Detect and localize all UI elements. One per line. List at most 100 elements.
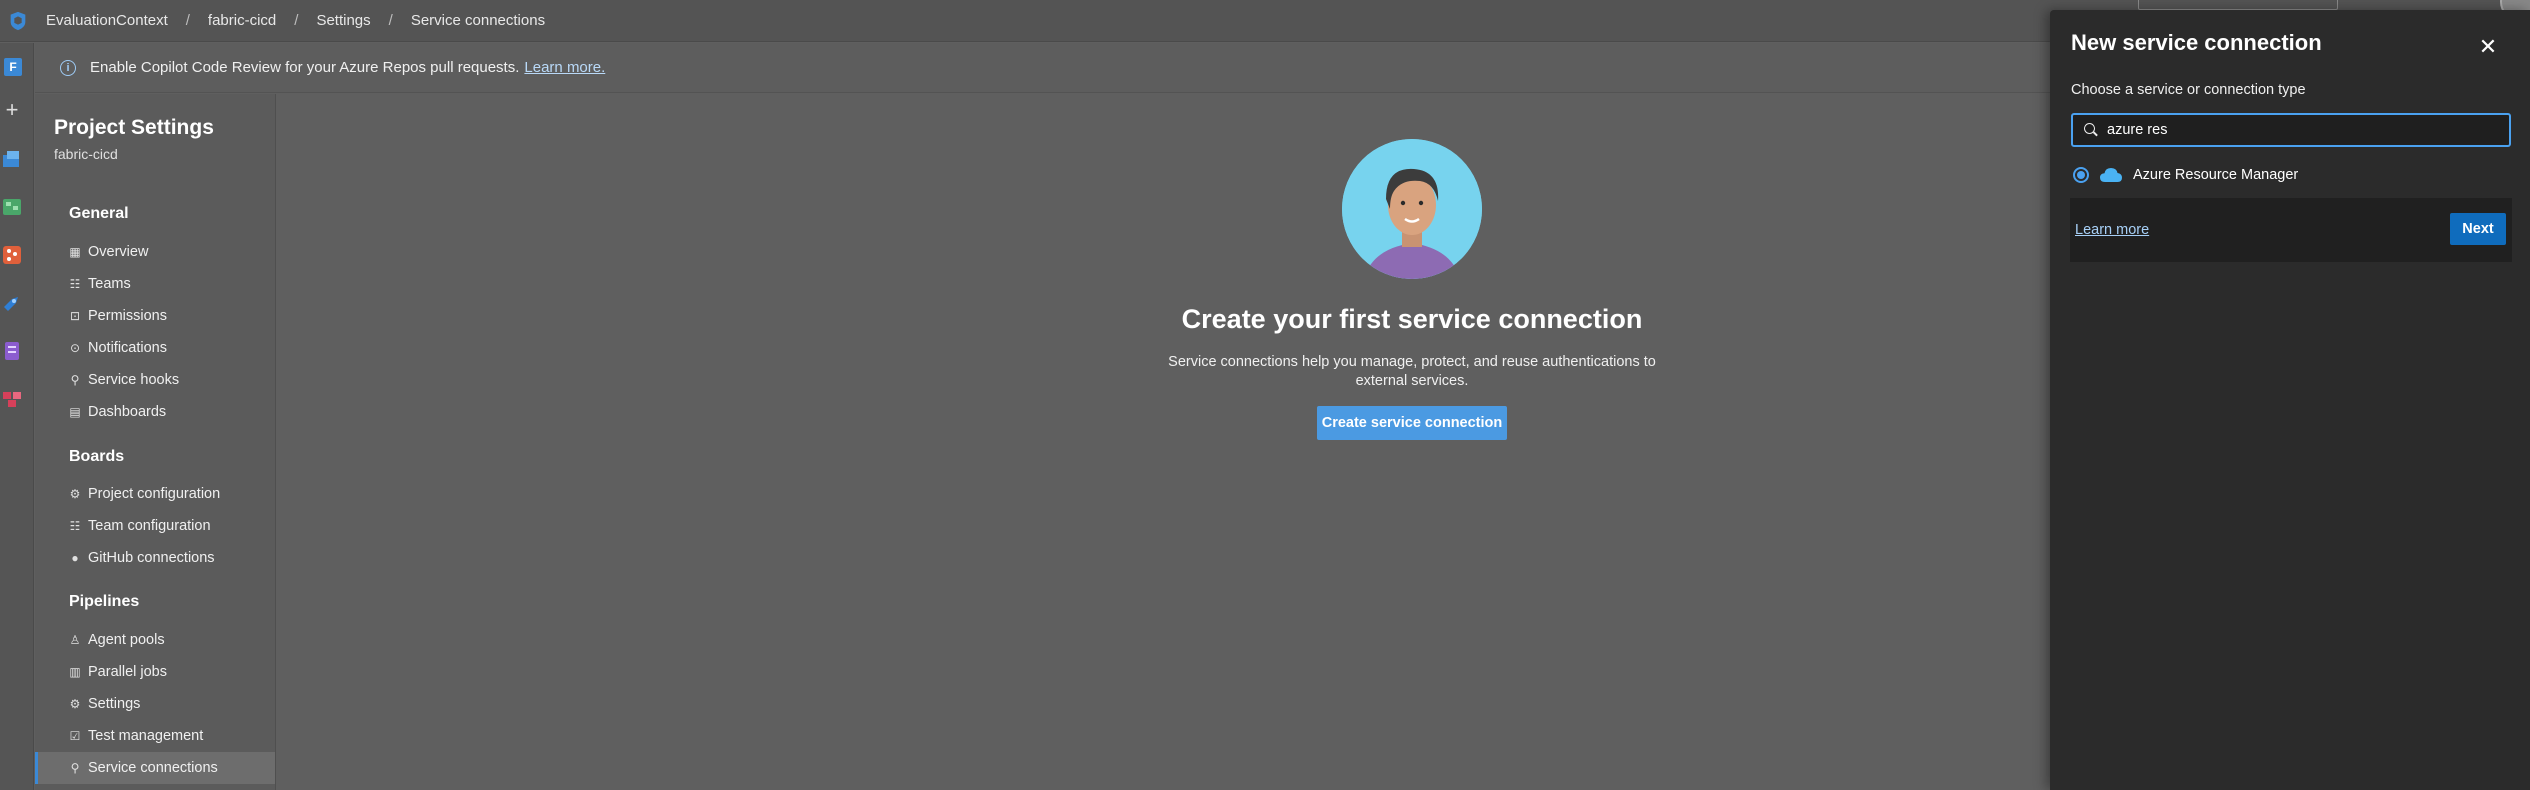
- left-rail: F +: [0, 43, 34, 790]
- notification-icon: ⊙: [69, 341, 81, 355]
- connection-type-label: Choose a service or connection type: [2071, 82, 2306, 98]
- nav-item-overview[interactable]: ▦ Overview: [35, 236, 275, 268]
- rail-artifacts[interactable]: [0, 387, 24, 411]
- empty-state-title: Create your first service connection: [1181, 304, 1643, 334]
- add-button[interactable]: +: [0, 98, 24, 122]
- rail-boards[interactable]: [0, 195, 24, 219]
- breadcrumb-org[interactable]: EvaluationContext: [46, 12, 168, 29]
- nav-item-team-configuration[interactable]: ☷ Team configuration: [35, 510, 275, 542]
- nav-item-label: Parallel jobs: [88, 664, 167, 680]
- nav-item-notifications[interactable]: ⊙ Notifications: [35, 332, 275, 364]
- new-service-connection-panel: New service connection ✕ Choose a servic…: [2050, 10, 2530, 790]
- project-badge[interactable]: F: [1, 55, 25, 79]
- project-initial: F: [4, 58, 22, 76]
- connection-radio[interactable]: [2073, 167, 2089, 183]
- nav-item-label: Overview: [88, 244, 149, 260]
- close-button[interactable]: ✕: [2473, 32, 2503, 62]
- gear-icon: ⚙: [69, 697, 81, 711]
- nav-item-label: Notifications: [88, 340, 167, 356]
- search-icon: [2084, 123, 2098, 137]
- nav-item-label: Agent pools: [88, 632, 165, 648]
- person-illustration-icon: [1342, 139, 1482, 279]
- rail-repos[interactable]: [0, 243, 24, 267]
- dashboard-icon: ▤: [69, 405, 81, 419]
- nav-item-label: GitHub connections: [88, 550, 215, 566]
- nav-item-label: Permissions: [88, 308, 167, 324]
- nav-item-dashboards[interactable]: ▤ Dashboards: [35, 396, 275, 428]
- github-icon: ●: [71, 551, 79, 565]
- connection-search-box[interactable]: [2071, 113, 2511, 147]
- repos-app-icon: [3, 246, 21, 264]
- hook-icon: ⚲: [70, 373, 80, 387]
- rail-pipelines[interactable]: [0, 291, 24, 315]
- nav-item-label: Service hooks: [88, 372, 180, 388]
- lock-icon: ⊡: [69, 309, 81, 323]
- breadcrumb-project[interactable]: fabric-cicd: [208, 12, 276, 29]
- test-plans-app-icon: [5, 342, 19, 360]
- connection-option-label: Azure Resource Manager: [2133, 167, 2299, 183]
- nav-item-label: Team configuration: [88, 518, 211, 534]
- plus-icon: +: [5, 97, 19, 122]
- connection-search-input[interactable]: [2107, 122, 2487, 138]
- learn-more-link[interactable]: Learn more: [2075, 222, 2149, 238]
- azure-cloud-icon: [2100, 168, 2122, 182]
- next-button[interactable]: Next: [2450, 213, 2506, 245]
- agent-icon: ♙: [69, 633, 81, 647]
- nav-section-pipelines: Pipelines: [69, 593, 140, 610]
- create-service-connection-button[interactable]: Create service connection: [1317, 406, 1507, 440]
- breadcrumb-separator: /: [294, 12, 299, 29]
- nav-item-agent-pools[interactable]: ♙ Agent pools: [35, 624, 275, 656]
- nav-section-general: General: [69, 205, 129, 222]
- nav-item-label: Dashboards: [88, 404, 167, 420]
- breadcrumb-separator: /: [388, 12, 393, 29]
- nav-item-label: Test management: [88, 728, 204, 744]
- connection-option-row[interactable]: Azure Resource Manager: [2071, 160, 2511, 190]
- nav-item-label: Project configuration: [88, 486, 221, 502]
- empty-state-illustration: [1342, 139, 1482, 279]
- info-icon: i: [60, 59, 76, 76]
- panel-footer: Learn more Next: [2070, 198, 2512, 262]
- banner-text: Enable Copilot Code Review for your Azur…: [90, 59, 520, 76]
- nav-item-service-connections[interactable]: ⚲ Service connections: [35, 752, 275, 784]
- banner-learn-more-link[interactable]: Learn more.: [524, 59, 605, 76]
- artifacts-app-icon: [3, 392, 21, 407]
- overview-app-icon: [3, 151, 19, 167]
- breadcrumb-separator: /: [185, 12, 190, 29]
- radio-selected-dot: [2077, 171, 2085, 179]
- settings-title: Project Settings: [54, 116, 214, 139]
- rail-test-plans[interactable]: [0, 339, 24, 363]
- nav-item-permissions[interactable]: ⊡ Permissions: [35, 300, 275, 332]
- parallel-icon: ▥: [69, 665, 81, 679]
- overview-icon: ▦: [69, 245, 81, 259]
- empty-state-description: Service connections help you manage, pro…: [1168, 354, 1656, 389]
- test-icon: ☑: [69, 729, 81, 743]
- panel-title: New service connection: [2071, 30, 2322, 55]
- nav-item-label: Service connections: [88, 760, 218, 776]
- top-search-box[interactable]: [2138, 0, 2338, 10]
- nav-item-project-configuration[interactable]: ⚙ Project configuration: [35, 478, 275, 510]
- settings-project-name: fabric-cicd: [54, 146, 118, 162]
- azure-devops-icon: [10, 11, 26, 30]
- azure-devops-logo[interactable]: [0, 0, 36, 42]
- nav-item-label: Settings: [88, 696, 141, 712]
- teams-icon: ☷: [69, 277, 81, 291]
- rail-overview[interactable]: [0, 147, 24, 171]
- config-icon: ⚙: [69, 487, 81, 501]
- breadcrumb: EvaluationContext / fabric-cicd / Settin…: [46, 12, 545, 29]
- nav-item-github-connections[interactable]: ● GitHub connections: [35, 542, 275, 574]
- nav-item-test-management[interactable]: ☑ Test management: [35, 720, 275, 752]
- team-config-icon: ☷: [69, 519, 81, 533]
- close-icon: ✕: [2478, 34, 2498, 59]
- nav-section-boards: Boards: [69, 448, 125, 465]
- breadcrumb-page[interactable]: Service connections: [411, 12, 545, 29]
- nav-item-label: Teams: [88, 276, 131, 292]
- nav-item-settings[interactable]: ⚙ Settings: [35, 688, 275, 720]
- boards-app-icon: [3, 199, 21, 215]
- plug-icon: ⚲: [70, 761, 80, 775]
- nav-item-parallel-jobs[interactable]: ▥ Parallel jobs: [35, 656, 275, 688]
- nav-item-service-hooks[interactable]: ⚲ Service hooks: [35, 364, 275, 396]
- nav-item-teams[interactable]: ☷ Teams: [35, 268, 275, 300]
- pipelines-app-icon: [4, 297, 18, 311]
- breadcrumb-settings[interactable]: Settings: [316, 12, 370, 29]
- project-settings-nav: Project Settings fabric-cicd General ▦ Ov…: [35, 94, 276, 790]
